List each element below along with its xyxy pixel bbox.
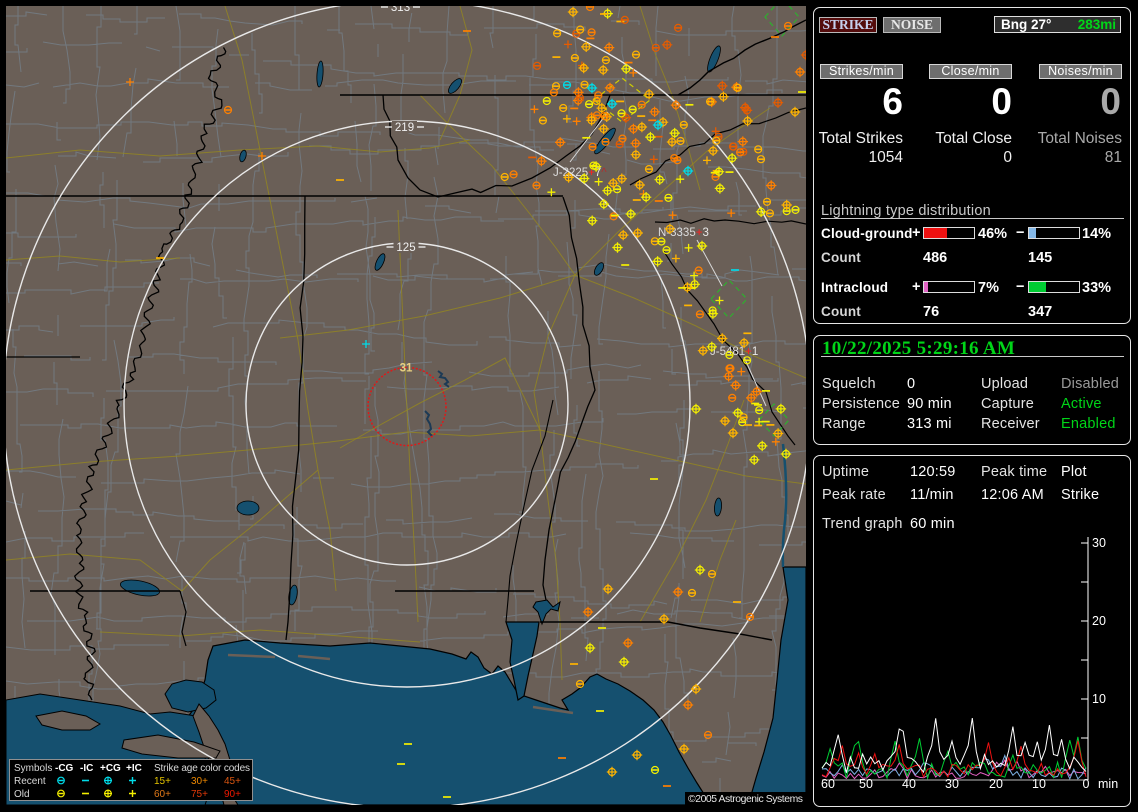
- svg-text:0: 0: [1083, 777, 1090, 791]
- svg-text:40: 40: [902, 777, 916, 791]
- svg-text:min: min: [1098, 777, 1118, 791]
- svg-text:50: 50: [859, 777, 873, 791]
- svg-text:20: 20: [1092, 614, 1106, 628]
- svg-text:10: 10: [1092, 692, 1106, 706]
- svg-text:30: 30: [945, 777, 959, 791]
- svg-text:20: 20: [989, 777, 1003, 791]
- svg-text:10: 10: [1032, 777, 1046, 791]
- svg-text:60: 60: [821, 777, 835, 791]
- svg-text:30: 30: [1092, 536, 1106, 550]
